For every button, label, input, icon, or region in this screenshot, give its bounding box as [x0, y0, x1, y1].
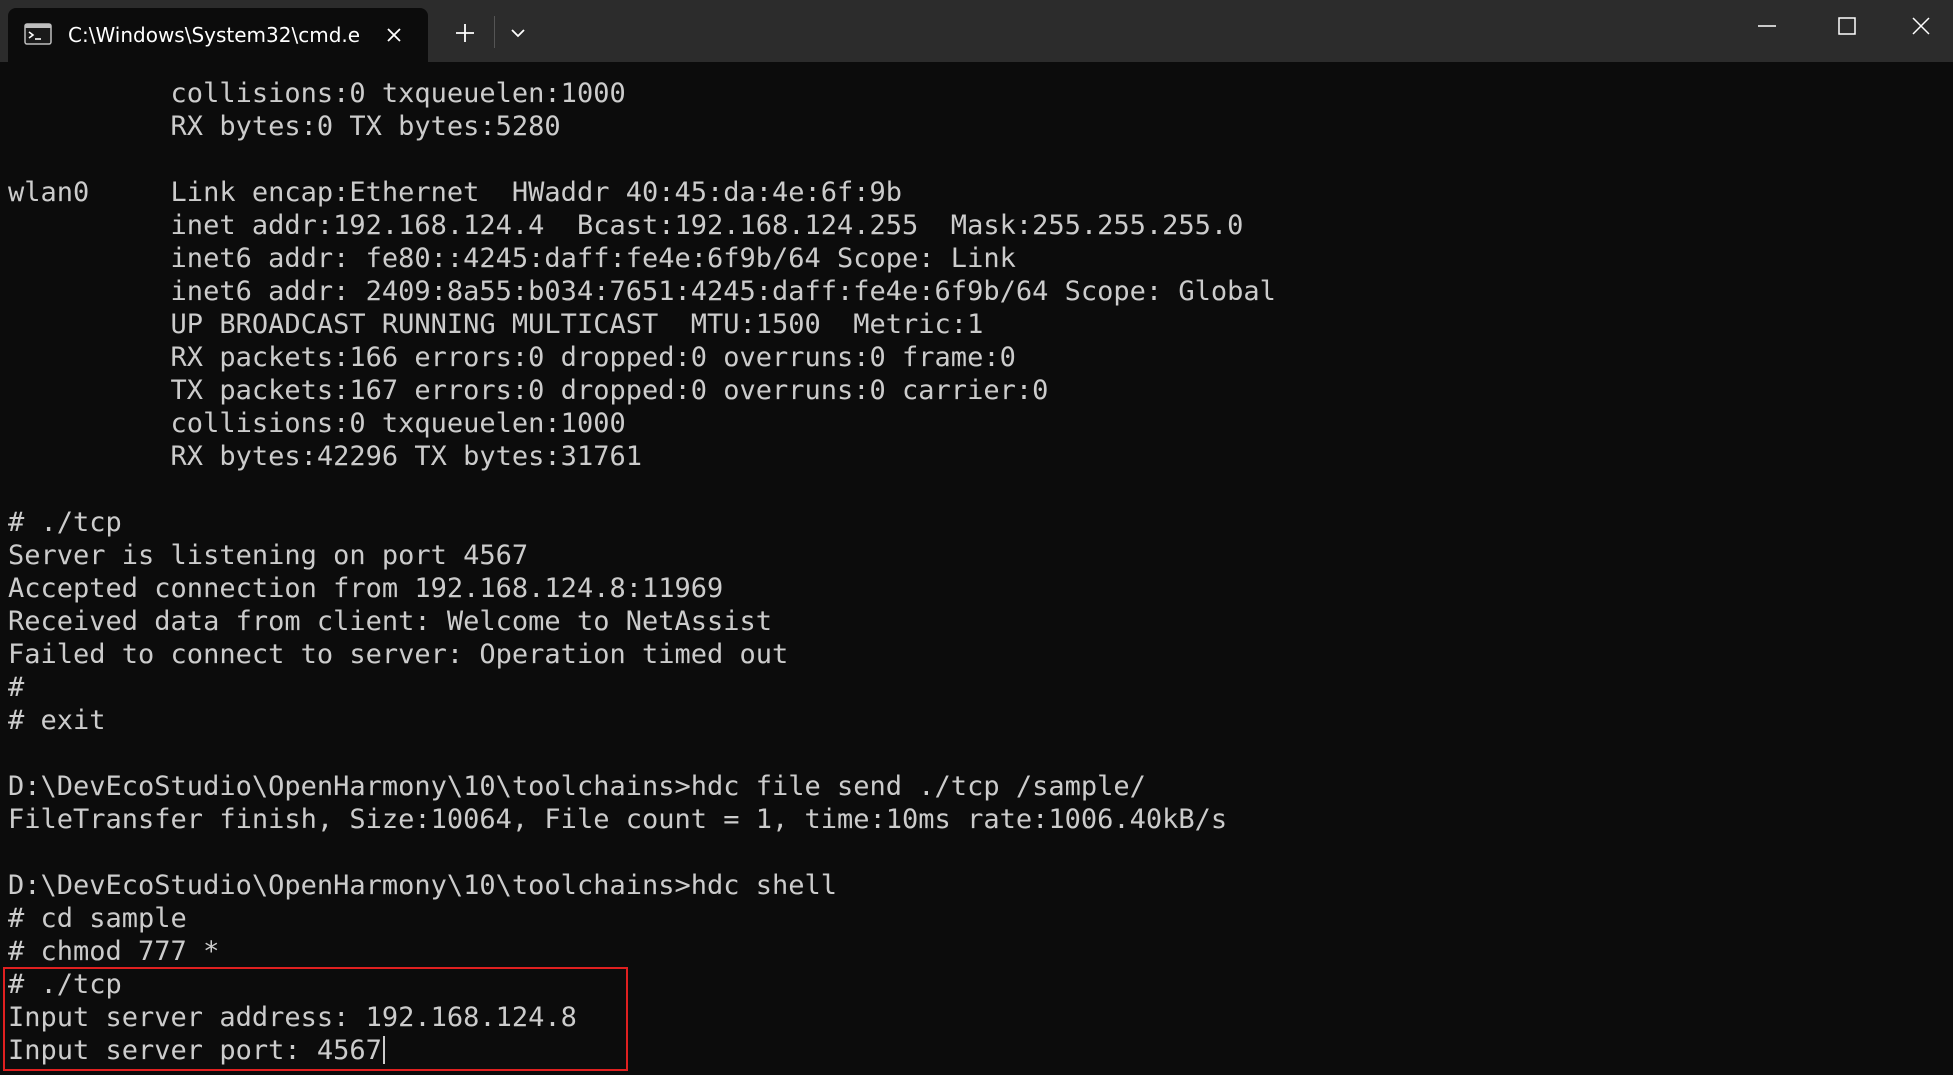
maximize-icon	[1838, 17, 1856, 35]
minimize-icon	[1758, 25, 1776, 27]
terminal-window: C:\Windows\System32\cmd.e collisions:0 t…	[0, 0, 1953, 1075]
console-line: inet6 addr: 2409:8a55:b034:7651:4245:daf…	[8, 276, 1276, 307]
console-line: Failed to connect to server: Operation t…	[8, 639, 789, 670]
console-line: Input server address: 192.168.124.8	[8, 1002, 577, 1033]
console-line: TX packets:167 errors:0 dropped:0 overru…	[8, 375, 1049, 406]
console-line: inet6 addr: fe80::4245:daff:fe4e:6f9b/64…	[8, 243, 1016, 274]
tab-title: C:\Windows\System32\cmd.e	[68, 23, 361, 47]
title-bar[interactable]: C:\Windows\System32\cmd.e	[0, 0, 1953, 62]
console-line: # exit	[8, 705, 106, 736]
tab-cmd[interactable]: C:\Windows\System32\cmd.e	[8, 8, 428, 62]
console-line: Received data from client: Welcome to Ne…	[8, 606, 773, 637]
console-line: # cd sample	[8, 903, 187, 934]
console-output[interactable]: collisions:0 txqueuelen:1000 RX bytes:0 …	[0, 62, 1953, 1075]
console-line: # ./tcp	[8, 969, 122, 1000]
console-line: collisions:0 txqueuelen:1000	[8, 78, 626, 109]
console-line: RX bytes:42296 TX bytes:31761	[8, 441, 642, 472]
plus-icon[interactable]	[450, 18, 480, 48]
console-line: inet addr:192.168.124.4 Bcast:192.168.12…	[8, 210, 1244, 241]
console-line: D:\DevEcoStudio\OpenHarmony\10\toolchain…	[8, 771, 1146, 802]
chevron-down-icon[interactable]	[503, 18, 533, 48]
minimize-button[interactable]	[1728, 0, 1808, 54]
console-line: wlan0 Link encap:Ethernet HWaddr 40:45:d…	[8, 177, 903, 208]
close-icon[interactable]	[382, 23, 406, 47]
console-line: # chmod 777 *	[8, 936, 220, 967]
console-line: UP BROADCAST RUNNING MULTICAST MTU:1500 …	[8, 309, 984, 340]
console-line-text: Input server port: 4567	[8, 1035, 382, 1066]
close-icon	[1912, 17, 1930, 35]
console-line: # ./tcp	[8, 507, 122, 538]
console-line: RX packets:166 errors:0 dropped:0 overru…	[8, 342, 1016, 373]
console-line: Server is listening on port 4567	[8, 540, 529, 571]
console-line: Accepted connection from 192.168.124.8:1…	[8, 573, 724, 604]
console-line: FileTransfer finish, Size:10064, File co…	[8, 804, 1228, 835]
tab-separator	[494, 16, 495, 48]
console-input-line[interactable]: Input server port: 4567	[8, 1034, 385, 1067]
maximize-button[interactable]	[1808, 0, 1888, 54]
console-line: collisions:0 txqueuelen:1000	[8, 408, 626, 439]
console-line: #	[8, 672, 25, 703]
text-cursor	[382, 1036, 385, 1064]
console-line: RX bytes:0 TX bytes:5280	[8, 111, 561, 142]
close-window-button[interactable]	[1888, 0, 1953, 54]
console-line: D:\DevEcoStudio\OpenHarmony\10\toolchain…	[8, 870, 838, 901]
terminal-icon	[24, 23, 52, 45]
